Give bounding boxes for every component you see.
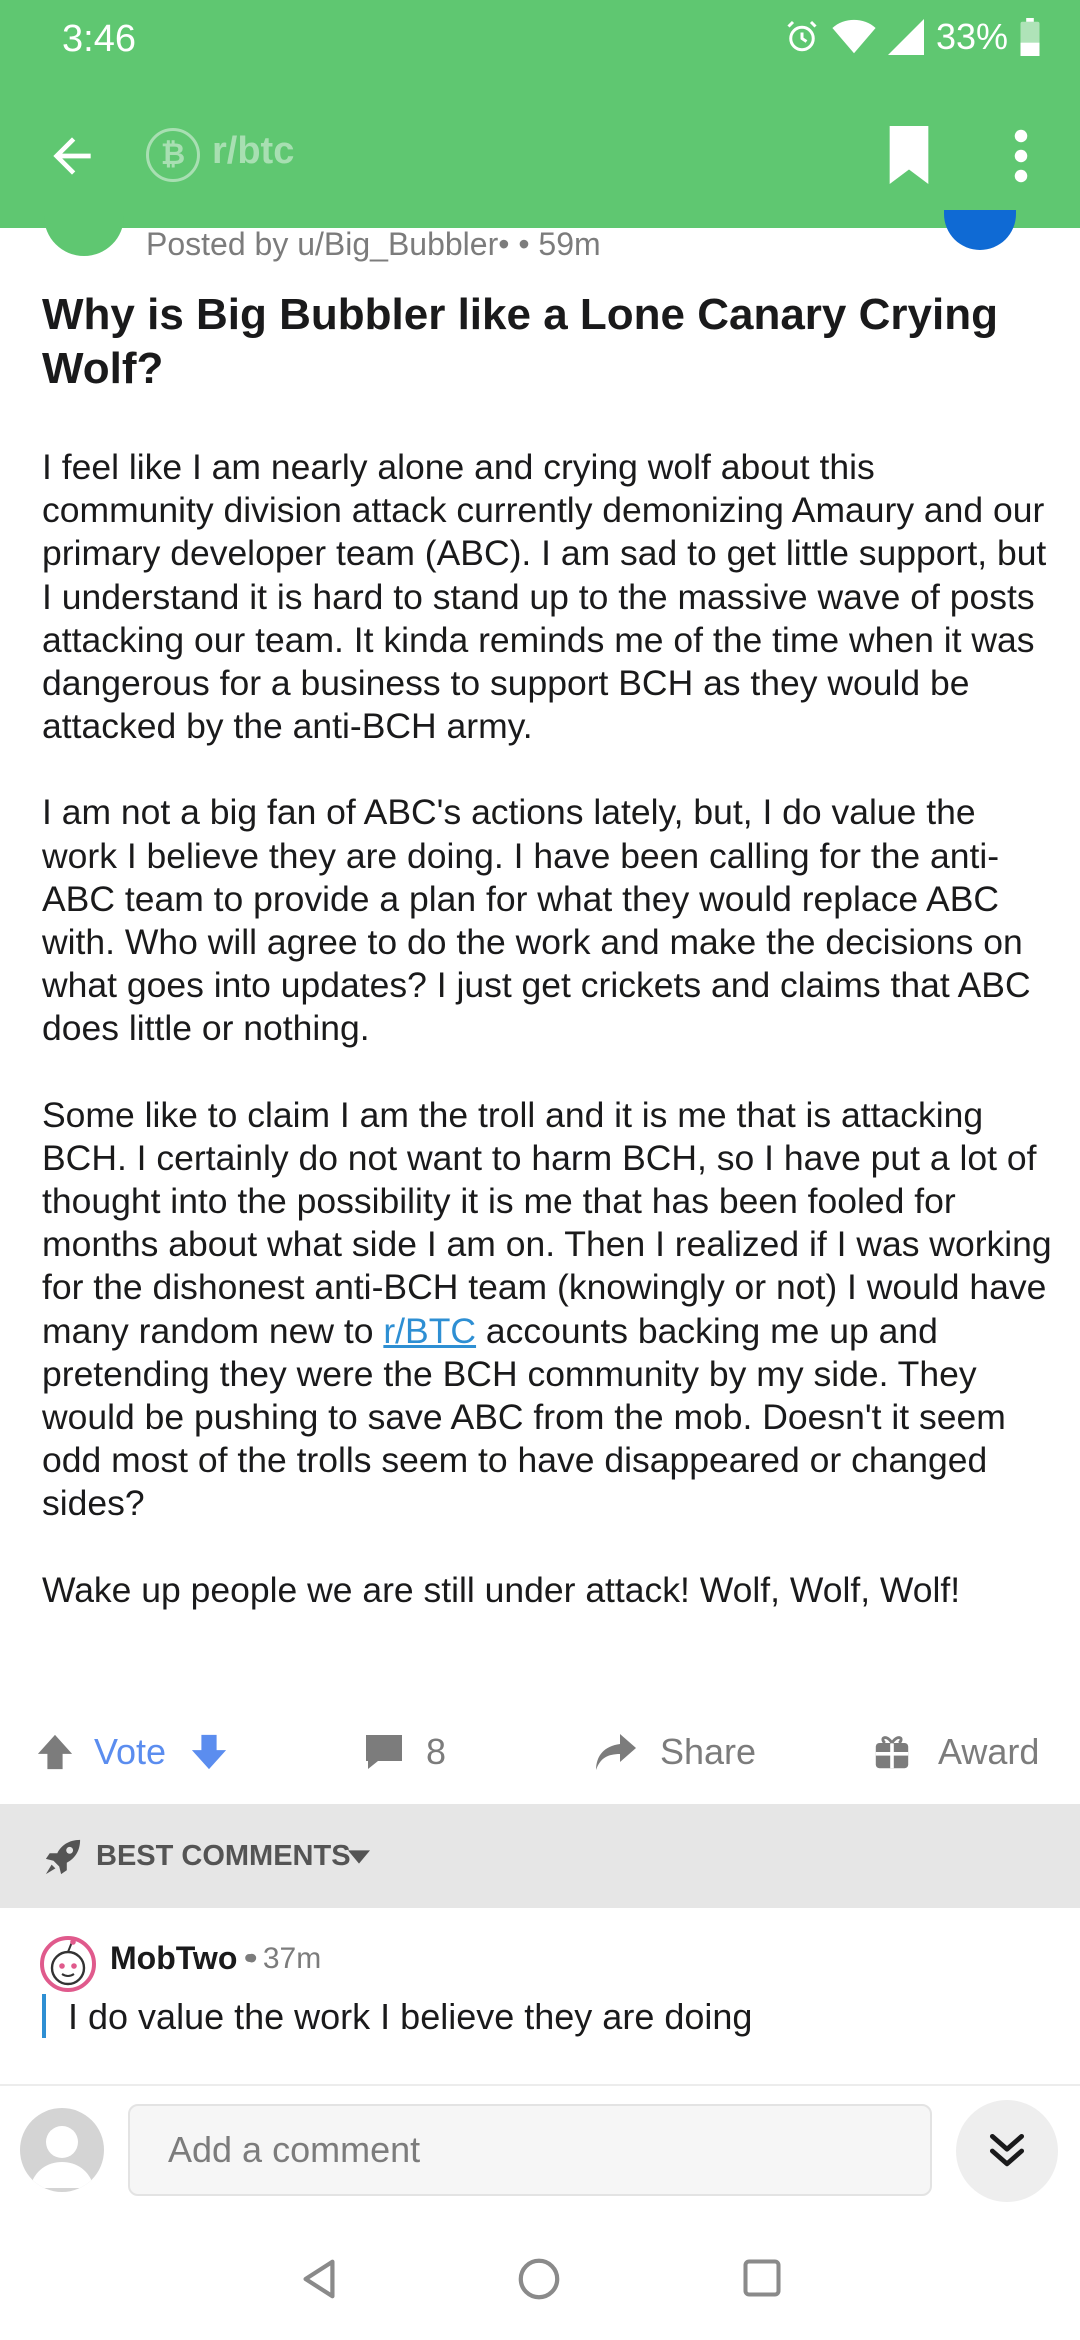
chevron-down-icon — [348, 1850, 370, 1869]
comment-quote: I do value the work I believe they are d… — [68, 1996, 753, 2037]
subreddit-name[interactable]: r/btc — [212, 130, 294, 173]
add-comment-input[interactable]: Add a comment — [128, 2104, 932, 2196]
default-avatar-icon — [30, 2126, 94, 2188]
status-bar: 3:46 33% — [0, 0, 1080, 80]
double-chevron-down-icon — [989, 2133, 1025, 2167]
app-header: 3:46 33% ₿ r/btc — [0, 0, 1080, 228]
bookmark-icon — [889, 126, 929, 184]
rocket-icon — [44, 1838, 82, 1881]
commenter-avatar[interactable] — [40, 1936, 96, 1992]
alarm-icon — [784, 19, 820, 55]
square-recents-icon — [743, 2259, 781, 2297]
battery-icon — [1020, 18, 1040, 56]
comment-sort-bar[interactable]: BEST COMMENTS — [0, 1804, 1080, 1908]
post-paragraph: Wake up people we are still under attack… — [42, 1569, 961, 1610]
post-age: • 59m — [518, 226, 601, 262]
system-nav-bar — [0, 2220, 1080, 2340]
wifi-icon — [832, 19, 876, 55]
award-button[interactable]: Award — [874, 1715, 1039, 1789]
vote-label: Vote — [94, 1731, 167, 1772]
share-label: Share — [660, 1731, 757, 1772]
post-meta: Posted by u/Big_Bubbler• • 59m — [146, 226, 601, 263]
bitcoin-icon: ₿ — [146, 128, 200, 182]
join-button[interactable] — [944, 210, 1016, 250]
post-author[interactable]: Posted by u/Big_Bubbler — [146, 226, 498, 262]
next-comment-button[interactable] — [956, 2100, 1058, 2202]
more-vertical-icon — [1014, 129, 1028, 183]
author-dot: • — [498, 226, 510, 262]
divider — [0, 2084, 1080, 2086]
user-avatar[interactable] — [20, 2108, 104, 2192]
back-button[interactable] — [44, 128, 100, 184]
back-arrow-icon — [53, 137, 91, 175]
circle-home-icon — [518, 2258, 560, 2300]
gift-icon — [875, 1736, 909, 1769]
comment-age: • 37m — [244, 1942, 322, 1975]
post-action-bar: Vote 8 Share Award — [0, 1715, 1080, 1789]
comments-button[interactable]: 8 — [364, 1715, 446, 1789]
comment[interactable]: MobTwo • • 37m I do value the work I bel… — [0, 1908, 1080, 2088]
post-paragraph: Some like to claim I am the troll and it… — [42, 1094, 1052, 1526]
toolbar: ₿ r/btc — [0, 100, 1080, 210]
subreddit-avatar[interactable] — [44, 200, 124, 256]
comment-bubble-icon — [366, 1735, 402, 1769]
bookmark-button[interactable] — [884, 126, 934, 184]
upvote-arrow-icon — [37, 1734, 73, 1770]
battery-level: 33% — [935, 16, 1008, 57]
quote-bar — [42, 1994, 46, 2038]
share-arrow-icon — [596, 1734, 636, 1770]
status-icons: 33% — [784, 16, 1040, 58]
vote-control: Vote — [36, 1715, 228, 1789]
downvote-button[interactable] — [190, 1733, 228, 1771]
upvote-button[interactable] — [36, 1733, 74, 1771]
post-paragraph: I feel like I am nearly alone and crying… — [42, 447, 1047, 747]
subreddit-link[interactable]: r/BTC — [383, 1311, 476, 1351]
post-paragraph: I am not a big fan of ABC's actions late… — [42, 792, 1031, 1049]
nav-recents-button[interactable] — [740, 2256, 784, 2305]
status-time: 3:46 — [62, 18, 136, 60]
downvote-arrow-icon — [191, 1734, 227, 1770]
triangle-back-icon — [303, 2259, 335, 2299]
sort-label: BEST COMMENTS — [96, 1840, 351, 1872]
comment-count: 8 — [426, 1731, 447, 1772]
share-button[interactable]: Share — [594, 1715, 756, 1789]
award-label: Award — [938, 1731, 1040, 1772]
post-title: Why is Big Bubbler like a Lone Canary Cr… — [42, 290, 998, 393]
more-options-button[interactable] — [1006, 126, 1036, 186]
nav-home-button[interactable] — [516, 2256, 562, 2307]
comment-author[interactable]: MobTwo • — [110, 1940, 257, 1977]
post-body: I feel like I am nearly alone and crying… — [42, 446, 1052, 1655]
signal-icon — [887, 19, 924, 55]
nav-back-button[interactable] — [296, 2256, 342, 2307]
